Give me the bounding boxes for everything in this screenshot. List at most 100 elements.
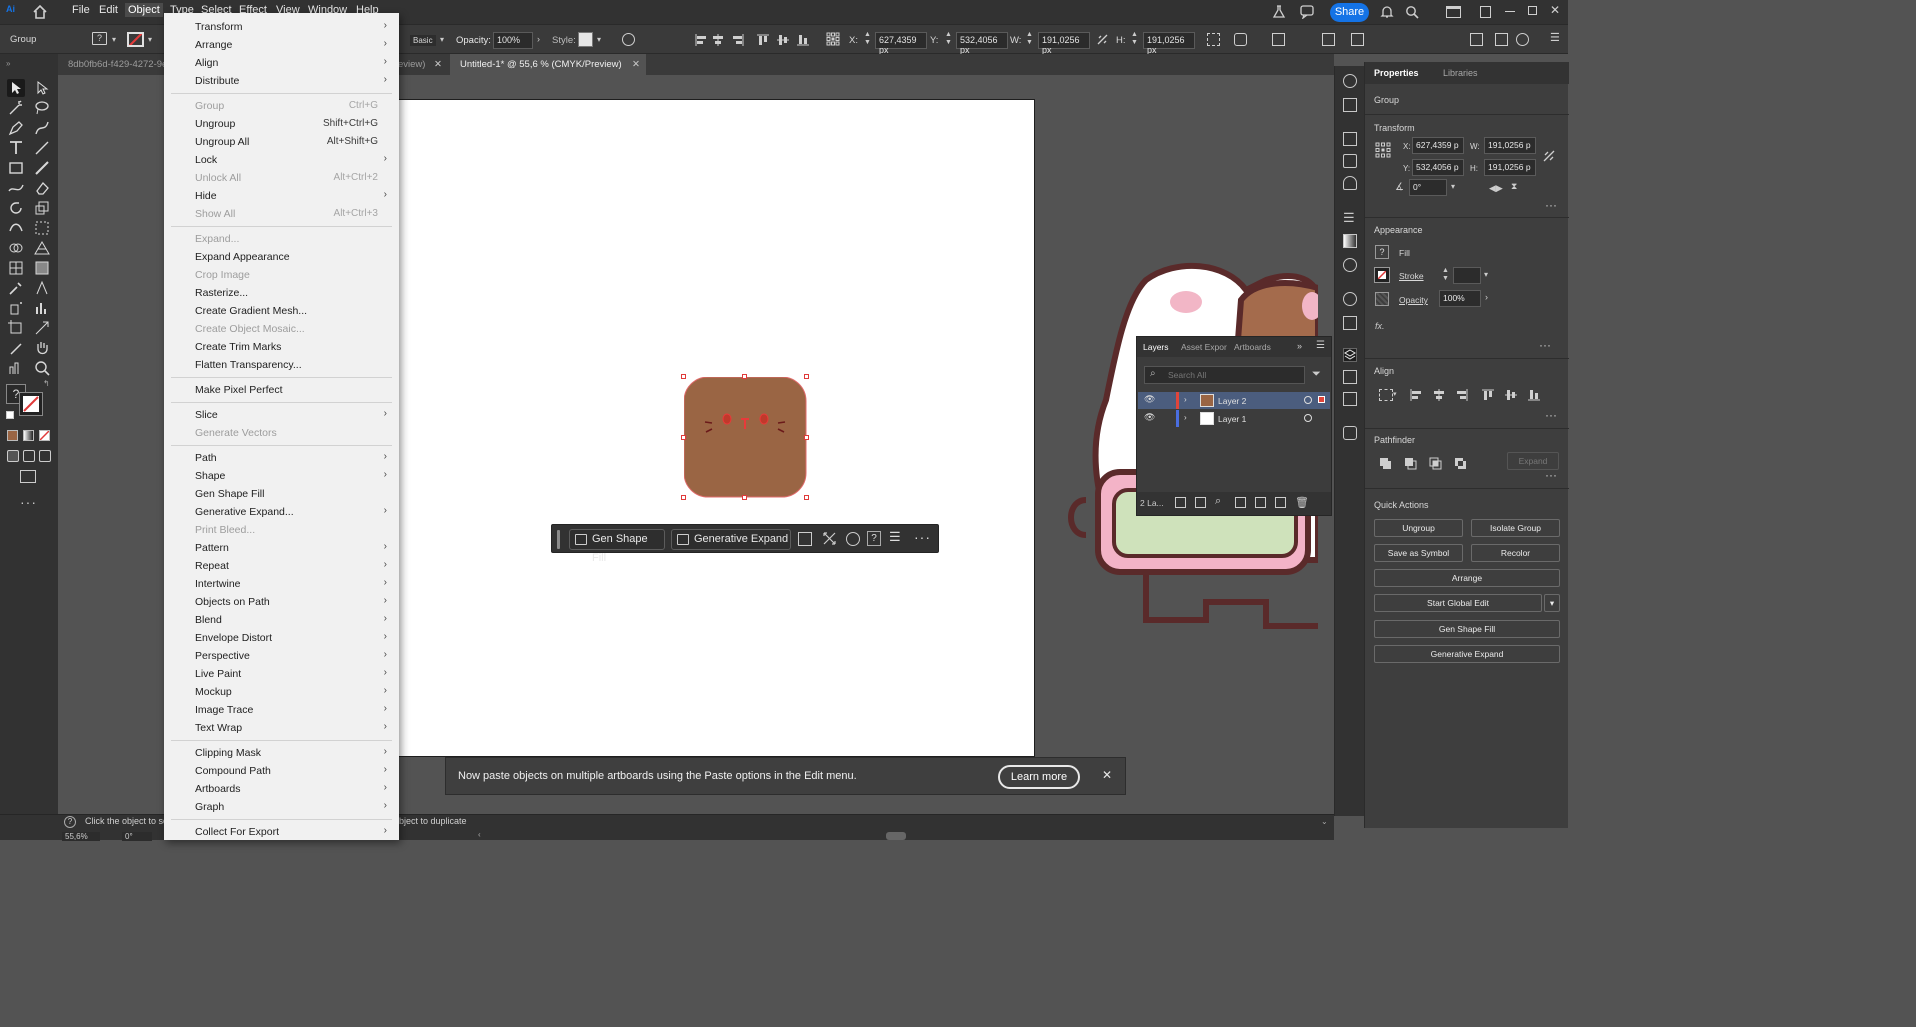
menu-item-live-paint[interactable]: Live Paint › (164, 665, 399, 683)
rectangle-tool-icon[interactable] (7, 159, 25, 177)
align-horizontal-center-icon[interactable] (1432, 388, 1446, 402)
asset-export-icon[interactable] (1343, 370, 1357, 384)
collect-for-export-icon[interactable] (1175, 497, 1186, 508)
target-icon[interactable] (1304, 414, 1312, 422)
window-close-icon[interactable]: ✕ (1550, 3, 1560, 17)
h-field[interactable]: 191,0256 px (1143, 32, 1195, 55)
chevron-down-icon[interactable]: ▾ (1393, 390, 1397, 398)
generative-expand-button[interactable]: Generative Expand (1374, 645, 1560, 663)
menu-object[interactable]: Object (125, 3, 163, 17)
horizontal-scrollbar-thumb[interactable] (886, 832, 906, 840)
align-vertical-center-icon[interactable] (776, 33, 790, 47)
scissors-tool-icon[interactable] (7, 339, 25, 357)
menu-edit[interactable]: Edit (99, 4, 118, 16)
menu-item-align[interactable]: Align › (164, 54, 399, 72)
x-field[interactable]: 627,4359 px (875, 32, 927, 55)
new-sublayer-icon[interactable] (1255, 497, 1266, 508)
layers-icon[interactable] (1343, 348, 1357, 362)
align-right-icon[interactable] (731, 33, 745, 47)
selection-tool-icon[interactable] (7, 79, 25, 97)
locate-object-icon[interactable]: ⌕ (1215, 495, 1221, 508)
angle-icon[interactable]: ∡ (1395, 182, 1404, 193)
export-icon[interactable] (1195, 497, 1206, 508)
swap-fill-stroke-icon[interactable]: ↰ (43, 379, 50, 388)
tab-document-2[interactable]: eview) ✕ (398, 54, 448, 75)
stroke-swatch-icon[interactable] (127, 32, 144, 47)
scroll-left-icon[interactable]: ‹ (478, 830, 481, 839)
close-icon[interactable]: ✕ (434, 54, 442, 75)
menu-item-text-wrap[interactable]: Text Wrap › (164, 719, 399, 737)
pen-settings-icon[interactable] (1516, 33, 1529, 46)
link-proportions-icon[interactable] (1543, 150, 1555, 162)
stepper-icon[interactable]: ▲ ▼ (945, 31, 952, 47)
link-proportions-icon[interactable] (1096, 33, 1109, 46)
menu-item-path[interactable]: Path › (164, 449, 399, 467)
menu-item-compound-path[interactable]: Compound Path › (164, 762, 399, 780)
menu-item-image-trace[interactable]: Image Trace › (164, 701, 399, 719)
symbol-sprayer-tool-icon[interactable] (7, 299, 25, 317)
more-options-icon[interactable]: ··· (1545, 468, 1557, 482)
menu-item-create-trim-marks[interactable]: Create Trim Marks (164, 338, 399, 356)
fill-swatch-icon[interactable]: ? (92, 32, 107, 45)
tab-asset-export[interactable]: Asset Expor (1181, 342, 1227, 352)
visibility-eye-icon[interactable]: 👁 (1144, 394, 1155, 405)
unite-icon[interactable] (1379, 457, 1392, 470)
menu-item-repeat[interactable]: Repeat › (164, 557, 399, 575)
opacity-icon[interactable] (1375, 292, 1389, 306)
reference-point-icon[interactable] (1375, 142, 1391, 158)
menu-item-generative-expand[interactable]: Generative Expand... › (164, 503, 399, 521)
edit-toolbar-icon[interactable]: ··· (20, 494, 37, 510)
brush-definition[interactable]: Basic (410, 35, 436, 46)
column-graph-tool-icon[interactable] (33, 299, 51, 317)
align-top-icon[interactable] (756, 33, 770, 47)
close-icon[interactable]: ✕ (632, 54, 640, 75)
layer-row-layer-2[interactable]: 👁 › Layer 2 (1138, 392, 1330, 409)
menu-item-intertwine[interactable]: Intertwine › (164, 575, 399, 593)
workspace-icon[interactable] (1495, 33, 1508, 46)
type-tool-icon[interactable] (7, 139, 25, 157)
mask-icon[interactable] (798, 532, 812, 546)
selection-handle[interactable] (681, 495, 686, 500)
home-icon[interactable] (32, 4, 48, 20)
close-icon[interactable]: ✕ (1102, 768, 1112, 782)
clipping-mask-icon[interactable] (1235, 497, 1246, 508)
export-icon[interactable] (1351, 33, 1364, 46)
learn-more-button[interactable]: Learn more (998, 765, 1080, 789)
chevron-down-icon[interactable]: ▾ (597, 35, 601, 44)
menu-item-distribute[interactable]: Distribute › (164, 72, 399, 90)
menu-item-shape[interactable]: Shape › (164, 467, 399, 485)
expand-arrow-icon[interactable]: › (1184, 395, 1187, 404)
symbols-icon[interactable] (1343, 176, 1357, 190)
filter-icon[interactable]: ⏷ (1312, 368, 1321, 381)
selection-handle[interactable] (681, 435, 686, 440)
brushes-icon[interactable] (1343, 154, 1357, 168)
recolor-button[interactable]: Recolor (1471, 544, 1560, 562)
x-field[interactable]: 627,4359 p (1412, 137, 1464, 154)
align-left-icon[interactable] (1409, 388, 1423, 402)
artboard-tool-icon[interactable] (7, 319, 25, 337)
discover-icon[interactable] (1300, 5, 1314, 19)
chevron-right-icon[interactable]: › (537, 34, 540, 44)
isolate-icon[interactable] (1272, 33, 1285, 46)
align-bottom-icon[interactable] (1527, 388, 1541, 402)
graph-data-tool-icon[interactable] (7, 359, 25, 377)
none-mode-swatch[interactable] (39, 430, 50, 441)
fx-icon[interactable]: fx. (1375, 321, 1385, 331)
isolate-group-button[interactable]: Isolate Group (1471, 519, 1560, 537)
flask-icon[interactable] (1272, 5, 1286, 19)
expand-arrow-icon[interactable]: › (1184, 413, 1187, 422)
layer-row-layer-1[interactable]: 👁 › Layer 1 (1138, 410, 1330, 427)
warp-tool-icon[interactable] (7, 219, 25, 237)
chevron-down-icon[interactable]: ▾ (1544, 594, 1560, 612)
menu-item-perspective[interactable]: Perspective › (164, 647, 399, 665)
selection-handle[interactable] (804, 435, 809, 440)
menu-item-blend[interactable]: Blend › (164, 611, 399, 629)
flip-horizontal-icon[interactable]: ◀▶ (1489, 183, 1503, 194)
chevron-right-icon[interactable]: › (1485, 292, 1488, 302)
ai-app-icon[interactable]: Ai (6, 4, 22, 20)
fill-stroke-widget[interactable]: ? ↰ (6, 379, 50, 424)
search-icon[interactable] (1405, 5, 1419, 19)
artboards-icon[interactable] (1343, 392, 1357, 406)
tab-libraries[interactable]: Libraries (1443, 68, 1478, 78)
eraser-tool-icon[interactable] (33, 179, 51, 197)
